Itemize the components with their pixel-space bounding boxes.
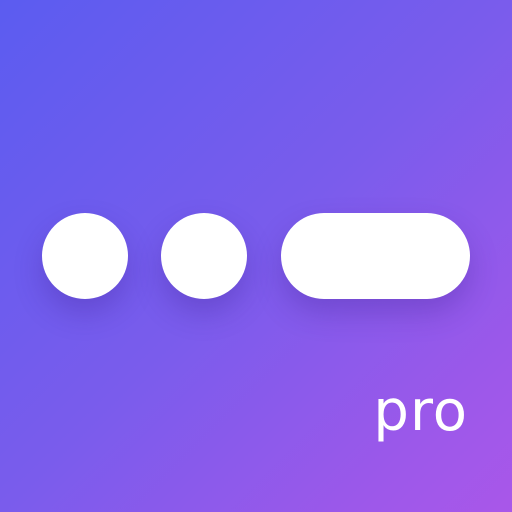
dot-icon	[161, 213, 247, 299]
app-icon: pro	[0, 0, 512, 512]
pill-icon	[281, 213, 470, 299]
pro-label: pro	[373, 379, 468, 444]
dot-icon	[42, 213, 128, 299]
